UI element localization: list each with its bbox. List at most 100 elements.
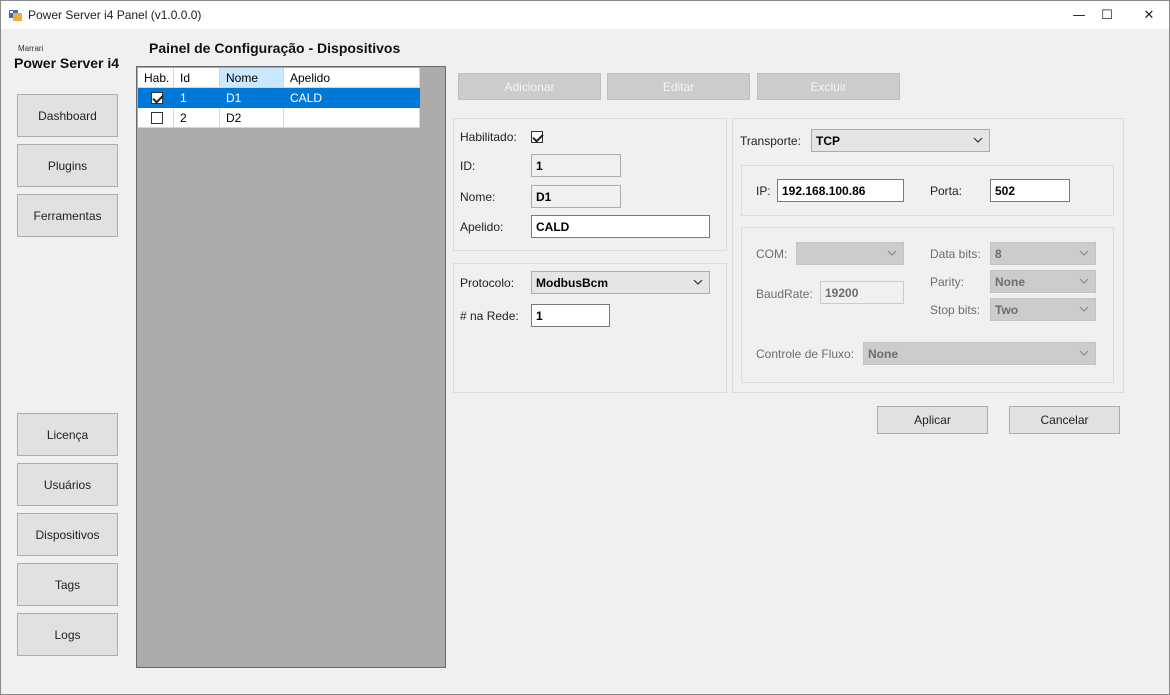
sidebar-item-label: Plugins xyxy=(47,158,88,173)
apply-button-label: Aplicar xyxy=(914,413,951,427)
window-title: Power Server i4 Panel (v1.0.0.0) xyxy=(28,8,202,22)
minimize-icon: — xyxy=(1072,7,1086,23)
chevron-down-icon xyxy=(1079,350,1089,356)
column-header-nome[interactable]: Nome xyxy=(220,68,284,88)
device-grid[interactable]: Hab. Id Nome Apelido 1 D1 CALD 2 D2 xyxy=(136,66,446,668)
id-label: ID: xyxy=(460,159,476,173)
name-field[interactable]: D1 xyxy=(531,185,621,208)
transport-select[interactable]: TCP xyxy=(811,129,990,152)
column-header-label: Hab. xyxy=(144,70,170,85)
delete-button[interactable]: Excluir xyxy=(757,73,900,100)
edit-button-label: Editar xyxy=(662,79,695,94)
stopbits-select[interactable]: Two xyxy=(990,298,1096,321)
databits-select[interactable]: 8 xyxy=(990,242,1096,265)
sidebar-item-label: Tags xyxy=(54,577,81,592)
sidebar-item-logs[interactable]: Logs xyxy=(17,613,118,656)
app-window: Power Server i4 Panel (v1.0.0.0) — ☐ ✕ M… xyxy=(0,0,1170,695)
sidebar-item-tags[interactable]: Tags xyxy=(17,563,118,606)
sidebar-item-ferramentas[interactable]: Ferramentas xyxy=(17,194,118,237)
cancel-button-label: Cancelar xyxy=(1040,413,1089,427)
row-1-enabled-checkbox[interactable] xyxy=(151,91,163,104)
ip-label: IP: xyxy=(756,184,771,198)
id-field[interactable]: 1 xyxy=(531,154,621,177)
stopbits-label: Stop bits: xyxy=(930,303,981,317)
cell-text: D2 xyxy=(226,110,242,125)
apply-button[interactable]: Aplicar xyxy=(877,406,988,434)
row-2-nome-cell[interactable]: D2 xyxy=(220,108,284,128)
ip-field[interactable]: 192.168.100.86 xyxy=(777,179,904,202)
com-select[interactable] xyxy=(796,242,904,265)
baudrate-field[interactable]: 19200 xyxy=(820,281,904,304)
chevron-down-icon xyxy=(973,137,983,143)
databits-value: 8 xyxy=(995,246,1002,261)
port-label: Porta: xyxy=(930,184,963,198)
row-1-id-cell[interactable]: 1 xyxy=(174,88,220,108)
network-number-field[interactable]: 1 xyxy=(531,304,610,327)
parity-select[interactable]: None xyxy=(990,270,1096,293)
sidebar-item-label: Dashboard xyxy=(38,108,97,123)
port-field[interactable]: 502 xyxy=(990,179,1070,202)
row-2-apelido-cell[interactable] xyxy=(284,108,420,128)
edit-button[interactable]: Editar xyxy=(607,73,750,100)
sidebar-item-usuarios[interactable]: Usuários xyxy=(17,463,118,506)
protocol-select[interactable]: ModbusBcm xyxy=(531,271,710,294)
cancel-button[interactable]: Cancelar xyxy=(1009,406,1120,434)
column-header-id[interactable]: Id xyxy=(174,68,220,88)
cell-text: CALD xyxy=(290,90,323,105)
sidebar-item-label: Ferramentas xyxy=(33,208,102,223)
name-label: Nome: xyxy=(460,190,496,204)
databits-label: Data bits: xyxy=(930,247,981,261)
sidebar-item-label: Logs xyxy=(54,627,81,642)
product-name: Power Server i4 xyxy=(14,55,120,71)
sidebar-item-dashboard[interactable]: Dashboard xyxy=(17,94,118,137)
alias-field[interactable]: CALD xyxy=(531,215,710,238)
page-title: Painel de Configuração - Dispositivos xyxy=(149,40,401,56)
network-label: # na Rede: xyxy=(460,309,519,323)
delete-button-label: Excluir xyxy=(810,79,847,94)
maximize-button[interactable]: ☐ xyxy=(1085,1,1129,29)
sidebar-item-plugins[interactable]: Plugins xyxy=(17,144,118,187)
flow-control-value: None xyxy=(868,346,898,361)
column-header-label: Apelido xyxy=(290,70,331,85)
app-icon xyxy=(9,10,22,21)
baudrate-value: 19200 xyxy=(825,285,859,300)
transport-value: TCP xyxy=(816,133,840,148)
sidebar-item-dispositivos[interactable]: Dispositivos xyxy=(17,513,118,556)
enabled-label: Habilitado: xyxy=(460,130,517,144)
column-header-apelido[interactable]: Apelido xyxy=(284,68,420,88)
alias-value: CALD xyxy=(536,219,570,234)
flow-control-select[interactable]: None xyxy=(863,342,1096,365)
company-name: Marrari xyxy=(18,44,44,53)
flow-control-label: Controle de Fluxo: xyxy=(756,347,855,361)
name-value: D1 xyxy=(536,189,552,204)
chevron-down-icon xyxy=(1079,250,1089,256)
chevron-down-icon xyxy=(693,279,703,285)
row-1-nome-cell[interactable]: D1 xyxy=(220,88,284,108)
close-button[interactable]: ✕ xyxy=(1127,1,1170,29)
row-1-enabled-cell[interactable] xyxy=(138,88,174,108)
row-1-apelido-cell[interactable]: CALD xyxy=(284,88,420,108)
row-2-enabled-checkbox[interactable] xyxy=(151,111,163,124)
row-2-enabled-cell[interactable] xyxy=(138,108,174,128)
port-value: 502 xyxy=(995,183,1016,198)
close-icon: ✕ xyxy=(1143,7,1155,23)
row-2-id-cell[interactable]: 2 xyxy=(174,108,220,128)
com-label: COM: xyxy=(756,247,788,261)
baudrate-label: BaudRate: xyxy=(756,287,813,301)
add-button[interactable]: Adicionar xyxy=(458,73,601,100)
sidebar-item-label: Dispositivos xyxy=(35,527,100,542)
add-button-label: Adicionar xyxy=(504,79,555,94)
network-number-value: 1 xyxy=(536,308,543,323)
id-value: 1 xyxy=(536,158,543,173)
cell-text: 1 xyxy=(180,90,187,105)
cell-text: 2 xyxy=(180,110,187,125)
chevron-down-icon xyxy=(1079,278,1089,284)
sidebar-item-licenca[interactable]: Licença xyxy=(17,413,118,456)
chevron-down-icon xyxy=(1079,306,1089,312)
column-header-label: Nome xyxy=(226,70,259,85)
transport-label: Transporte: xyxy=(740,134,801,148)
sidebar-item-label: Licença xyxy=(46,427,89,442)
enabled-checkbox[interactable] xyxy=(531,131,543,143)
column-header-hab[interactable]: Hab. xyxy=(138,68,174,88)
cell-text: D1 xyxy=(226,90,242,105)
